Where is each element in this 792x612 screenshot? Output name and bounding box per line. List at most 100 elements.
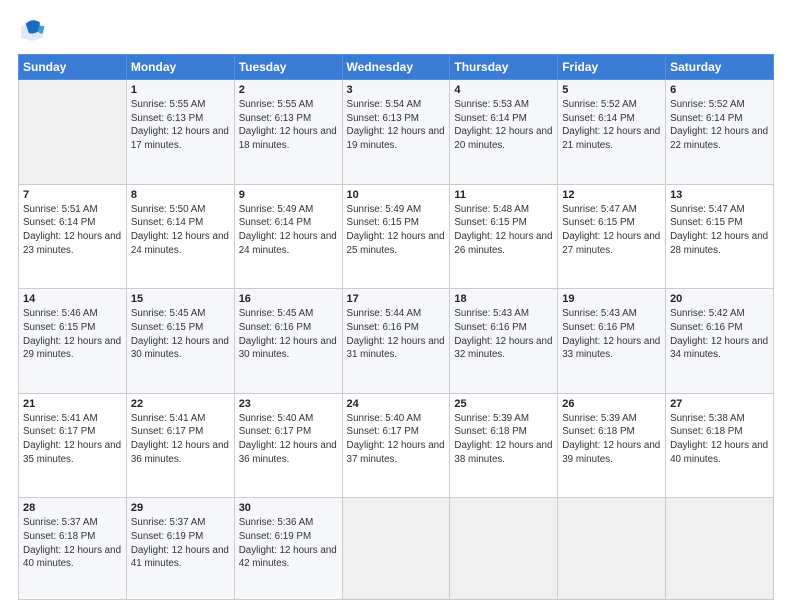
day-number: 8 — [131, 189, 230, 201]
day-info: Sunrise: 5:43 AMSunset: 6:16 PMDaylight:… — [562, 307, 661, 362]
day-number: 21 — [23, 398, 122, 410]
day-info: Sunrise: 5:37 AMSunset: 6:19 PMDaylight:… — [131, 516, 230, 571]
day-number: 22 — [131, 398, 230, 410]
day-number: 2 — [239, 84, 338, 96]
day-info: Sunrise: 5:55 AMSunset: 6:13 PMDaylight:… — [131, 98, 230, 153]
day-info: Sunrise: 5:47 AMSunset: 6:15 PMDaylight:… — [670, 203, 769, 258]
day-info: Sunrise: 5:36 AMSunset: 6:19 PMDaylight:… — [239, 516, 338, 571]
day-number: 9 — [239, 189, 338, 201]
day-info: Sunrise: 5:40 AMSunset: 6:17 PMDaylight:… — [347, 412, 446, 467]
calendar-cell: 4 Sunrise: 5:53 AMSunset: 6:14 PMDaylight… — [450, 80, 558, 185]
calendar-cell: 1 Sunrise: 5:55 AMSunset: 6:13 PMDaylight… — [126, 80, 234, 185]
day-info: Sunrise: 5:55 AMSunset: 6:13 PMDaylight:… — [239, 98, 338, 153]
calendar-cell: 5Sunrise: 5:52 AMSunset: 6:14 PMDaylight… — [558, 80, 666, 185]
day-number: 7 — [23, 189, 122, 201]
day-number: 26 — [562, 398, 661, 410]
page: SundayMondayTuesdayWednesdayThursdayFrid… — [0, 0, 792, 612]
calendar-cell: 21 Sunrise: 5:41 AMSunset: 6:17 PMDayligh… — [19, 393, 127, 498]
calendar-cell: 12 Sunrise: 5:47 AMSunset: 6:15 PMDayligh… — [558, 184, 666, 289]
day-number: 23 — [239, 398, 338, 410]
calendar-cell: 10 Sunrise: 5:49 AMSunset: 6:15 PMDayligh… — [342, 184, 450, 289]
day-number: 18 — [454, 293, 553, 305]
day-info: Sunrise: 5:46 AMSunset: 6:15 PMDaylight:… — [23, 307, 122, 362]
day-info: Sunrise: 5:38 AMSunset: 6:18 PMDaylight:… — [670, 412, 769, 467]
day-info: Sunrise: 5:44 AMSunset: 6:16 PMDaylight:… — [347, 307, 446, 362]
day-info: Sunrise: 5:52 AMSunset: 6:14 PMDaylight:… — [562, 98, 661, 153]
calendar-cell — [558, 498, 666, 600]
day-info: Sunrise: 5:43 AMSunset: 6:16 PMDaylight:… — [454, 307, 553, 362]
calendar-cell — [666, 498, 774, 600]
day-number: 12 — [562, 189, 661, 201]
day-number: 10 — [347, 189, 446, 201]
day-number: 16 — [239, 293, 338, 305]
header-day: Monday — [126, 55, 234, 80]
calendar-cell: 13 Sunrise: 5:47 AMSunset: 6:15 PMDayligh… — [666, 184, 774, 289]
day-number: 19 — [562, 293, 661, 305]
header-day: Wednesday — [342, 55, 450, 80]
day-info: Sunrise: 5:40 AMSunset: 6:17 PMDaylight:… — [239, 412, 338, 467]
header-day: Saturday — [666, 55, 774, 80]
day-info: Sunrise: 5:47 AMSunset: 6:15 PMDaylight:… — [562, 203, 661, 258]
calendar-cell: 2 Sunrise: 5:55 AMSunset: 6:13 PMDaylight… — [234, 80, 342, 185]
day-number: 27 — [670, 398, 769, 410]
day-number: 30 — [239, 502, 338, 514]
header-day: Thursday — [450, 55, 558, 80]
day-number: 28 — [23, 502, 122, 514]
day-number: 13 — [670, 189, 769, 201]
day-info: Sunrise: 5:54 AMSunset: 6:13 PMDaylight:… — [347, 98, 446, 153]
calendar-cell — [450, 498, 558, 600]
week-row: 7 Sunrise: 5:51 AMSunset: 6:14 PMDaylight… — [19, 184, 774, 289]
header-day: Friday — [558, 55, 666, 80]
calendar-cell: 26 Sunrise: 5:39 AMSunset: 6:18 PMDayligh… — [558, 393, 666, 498]
day-number: 6 — [670, 84, 769, 96]
calendar-cell: 24Sunrise: 5:40 AMSunset: 6:17 PMDayligh… — [342, 393, 450, 498]
day-info: Sunrise: 5:39 AMSunset: 6:18 PMDaylight:… — [562, 412, 661, 467]
day-info: Sunrise: 5:51 AMSunset: 6:14 PMDaylight:… — [23, 203, 122, 258]
calendar-cell: 14 Sunrise: 5:46 AMSunset: 6:15 PMDayligh… — [19, 289, 127, 394]
header — [18, 16, 774, 44]
day-number: 11 — [454, 189, 553, 201]
day-info: Sunrise: 5:49 AMSunset: 6:15 PMDaylight:… — [347, 203, 446, 258]
calendar-cell: 17 Sunrise: 5:44 AMSunset: 6:16 PMDayligh… — [342, 289, 450, 394]
calendar-cell: 28 Sunrise: 5:37 AMSunset: 6:18 PMDayligh… — [19, 498, 127, 600]
day-info: Sunrise: 5:53 AMSunset: 6:14 PMDaylight:… — [454, 98, 553, 153]
day-info: Sunrise: 5:39 AMSunset: 6:18 PMDaylight:… — [454, 412, 553, 467]
day-number: 17 — [347, 293, 446, 305]
week-row: 28 Sunrise: 5:37 AMSunset: 6:18 PMDayligh… — [19, 498, 774, 600]
header-day: Sunday — [19, 55, 127, 80]
calendar-cell: 20Sunrise: 5:42 AMSunset: 6:16 PMDayligh… — [666, 289, 774, 394]
day-info: Sunrise: 5:41 AMSunset: 6:17 PMDaylight:… — [23, 412, 122, 467]
week-row: 21 Sunrise: 5:41 AMSunset: 6:17 PMDayligh… — [19, 393, 774, 498]
day-info: Sunrise: 5:41 AMSunset: 6:17 PMDaylight:… — [131, 412, 230, 467]
calendar-cell: 15 Sunrise: 5:45 AMSunset: 6:15 PMDayligh… — [126, 289, 234, 394]
day-info: Sunrise: 5:42 AMSunset: 6:16 PMDaylight:… — [670, 307, 769, 362]
day-info: Sunrise: 5:37 AMSunset: 6:18 PMDaylight:… — [23, 516, 122, 571]
calendar-cell: 29 Sunrise: 5:37 AMSunset: 6:19 PMDayligh… — [126, 498, 234, 600]
day-info: Sunrise: 5:45 AMSunset: 6:15 PMDaylight:… — [131, 307, 230, 362]
day-number: 3 — [347, 84, 446, 96]
calendar-cell — [19, 80, 127, 185]
header-row: SundayMondayTuesdayWednesdayThursdayFrid… — [19, 55, 774, 80]
day-number: 29 — [131, 502, 230, 514]
day-number: 4 — [454, 84, 553, 96]
day-number: 14 — [23, 293, 122, 305]
header-day: Tuesday — [234, 55, 342, 80]
calendar-cell: 22 Sunrise: 5:41 AMSunset: 6:17 PMDayligh… — [126, 393, 234, 498]
day-info: Sunrise: 5:52 AMSunset: 6:14 PMDaylight:… — [670, 98, 769, 153]
calendar-cell: 27 Sunrise: 5:38 AMSunset: 6:18 PMDayligh… — [666, 393, 774, 498]
calendar-cell: 19 Sunrise: 5:43 AMSunset: 6:16 PMDayligh… — [558, 289, 666, 394]
calendar-cell: 11Sunrise: 5:48 AMSunset: 6:15 PMDayligh… — [450, 184, 558, 289]
calendar-table: SundayMondayTuesdayWednesdayThursdayFrid… — [18, 54, 774, 600]
calendar-cell: 23 Sunrise: 5:40 AMSunset: 6:17 PMDayligh… — [234, 393, 342, 498]
day-number: 25 — [454, 398, 553, 410]
calendar-cell — [342, 498, 450, 600]
calendar-cell: 9Sunrise: 5:49 AMSunset: 6:14 PMDaylight… — [234, 184, 342, 289]
day-number: 1 — [131, 84, 230, 96]
week-row: 1 Sunrise: 5:55 AMSunset: 6:13 PMDaylight… — [19, 80, 774, 185]
calendar-cell: 25 Sunrise: 5:39 AMSunset: 6:18 PMDayligh… — [450, 393, 558, 498]
day-number: 15 — [131, 293, 230, 305]
calendar-cell: 16Sunrise: 5:45 AMSunset: 6:16 PMDayligh… — [234, 289, 342, 394]
calendar-cell: 3 Sunrise: 5:54 AMSunset: 6:13 PMDaylight… — [342, 80, 450, 185]
calendar-cell: 8Sunrise: 5:50 AMSunset: 6:14 PMDaylight… — [126, 184, 234, 289]
logo — [18, 16, 50, 44]
